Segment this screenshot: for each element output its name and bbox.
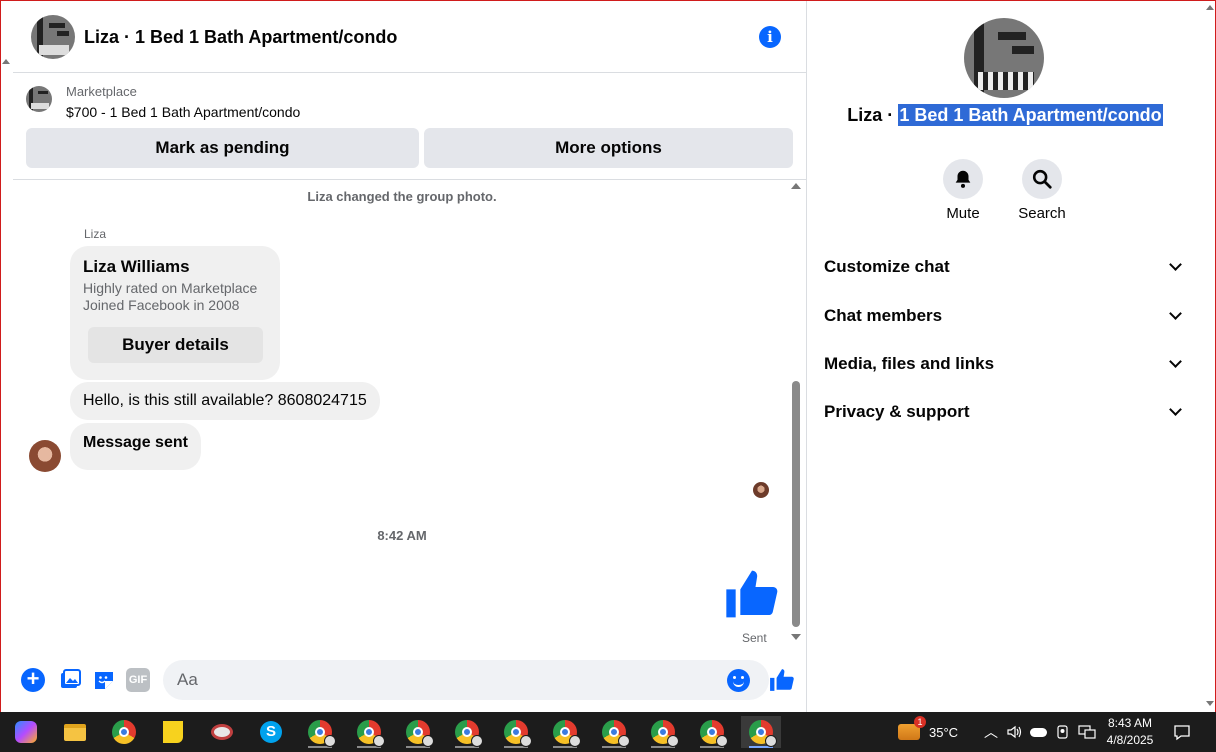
weather-icon: 1 [898,716,926,740]
volume-icon[interactable] [1006,712,1022,752]
sender-name: Liza [84,227,107,241]
read-receipt-avatar [753,482,769,498]
message-list: Liza changed the group photo. Liza Liza … [13,181,807,651]
plus-icon[interactable]: + [21,668,45,692]
scroll-up-icon[interactable] [1206,5,1214,10]
chevron-down-icon [1169,403,1182,416]
weather-badge: 1 [914,716,926,728]
network-icon[interactable] [1078,712,1096,752]
like-send-icon[interactable] [769,667,795,693]
notifications-icon[interactable] [1173,712,1191,752]
chrome-profile-icon[interactable] [398,716,438,748]
chrome-profile-icon[interactable] [300,716,340,748]
details-name: Liza · [847,105,899,125]
chat-avatar[interactable] [31,15,75,59]
marketplace-label: Marketplace [66,84,137,99]
emoji-icon[interactable] [727,669,750,692]
thumbs-up-icon[interactable] [724,566,780,622]
section-media-files-links[interactable]: Media, files and links [824,344,1186,384]
composer: + GIF [13,651,807,712]
chrome-profile-icon[interactable] [349,716,389,748]
message-timestamp: 8:42 AM [377,528,427,543]
clock-time: 8:43 AM [1107,716,1153,730]
sent-status: Sent [742,631,767,645]
copilot-icon[interactable] [6,716,46,748]
search-label: Search [1018,205,1066,222]
weather-widget[interactable]: 1 35°C [898,712,958,752]
chrome-profile-icon[interactable] [692,716,732,748]
temperature: 35°C [929,724,959,740]
buyer-name: Liza Williams [83,257,190,276]
scroll-down-icon[interactable] [1206,701,1214,706]
chrome-icon[interactable] [104,716,144,748]
message-scrollbar[interactable] [789,181,803,646]
chrome-profile-icon[interactable] [447,716,487,748]
chat-header: Liza · 1 Bed 1 Bath Apartment/condo i [13,1,807,73]
skype-icon[interactable]: S [251,716,291,748]
chat-title[interactable]: Liza · 1 Bed 1 Bath Apartment/condo [84,27,397,48]
section-label: Customize chat [824,257,950,276]
buyer-rating: Highly rated on Marketplace [83,280,258,296]
buyer-card: Liza Williams Highly rated on Marketplac… [70,246,280,380]
mark-as-pending-button[interactable]: Mark as pending [26,128,419,168]
search-icon [1032,169,1052,189]
sticker-icon[interactable] [92,668,116,692]
taskbar: S 1 35°C ︿ 8:43 AM 4/8/2025 [0,712,1216,752]
listing-thumbnail[interactable] [26,86,52,112]
clock-date: 4/8/2025 [1106,733,1154,747]
message-bubble[interactable]: Hello, is this still available? 86080247… [70,382,380,420]
onedrive-icon[interactable] [1030,712,1047,752]
buyer-joined: Joined Facebook in 2008 [83,297,240,313]
message-input[interactable] [163,660,769,700]
mute-button[interactable]: Mute [923,159,1003,222]
listing-title[interactable]: $700 - 1 Bed 1 Bath Apartment/condo [66,104,300,120]
file-explorer-icon[interactable] [55,716,95,748]
scrollbar-thumb[interactable] [792,381,800,627]
scroll-up-icon[interactable] [791,183,801,189]
photo-icon[interactable] [58,668,82,692]
paint-icon[interactable] [202,716,242,748]
section-label: Privacy & support [824,402,970,421]
more-options-button[interactable]: More options [424,128,793,168]
window-scrollbar[interactable] [1205,1,1215,712]
clock[interactable]: 8:43 AM 4/8/2025 [1105,715,1155,749]
chrome-profile-icon[interactable] [643,716,683,748]
meet-now-icon[interactable] [1056,712,1070,752]
mute-label: Mute [946,205,980,222]
gif-icon[interactable]: GIF [126,668,150,692]
chrome-profile-icon[interactable] [741,716,781,748]
show-hidden-icons[interactable]: ︿ [984,712,998,752]
details-title: Liza · 1 Bed 1 Bath Apartment/condo [807,104,1203,126]
message-bubble[interactable]: Message sent [70,423,201,470]
section-privacy-support[interactable]: Privacy & support [824,392,1186,432]
section-customize-chat[interactable]: Customize chat [824,247,1186,287]
marketplace-card: Marketplace $700 - 1 Bed 1 Bath Apartmen… [13,73,807,180]
chat-panel: Liza · 1 Bed 1 Bath Apartment/condo i Ma… [13,1,807,712]
details-listing-selected[interactable]: 1 Bed 1 Bath Apartment/condo [898,104,1163,126]
chrome-profile-icon[interactable] [496,716,536,748]
sender-avatar[interactable] [29,440,61,472]
details-avatar[interactable] [964,18,1044,98]
info-icon[interactable]: i [759,26,781,48]
buyer-details-button[interactable]: Buyer details [88,327,263,363]
chrome-profile-icon[interactable] [594,716,634,748]
chevron-down-icon [1169,307,1182,320]
chevron-up-icon[interactable]: ︿ [984,722,998,742]
section-label: Media, files and links [824,354,995,373]
section-chat-members[interactable]: Chat members [824,296,1186,336]
section-label: Chat members [824,306,943,325]
chrome-profile-icon[interactable] [545,716,585,748]
chevron-down-icon [1169,258,1182,271]
browser-window: Liza · 1 Bed 1 Bath Apartment/condo i Ma… [0,0,1216,712]
scroll-down-icon[interactable] [791,634,801,640]
chevron-down-icon [1169,355,1182,368]
sticky-notes-icon[interactable] [153,716,193,748]
search-button[interactable]: Search [1002,159,1082,222]
bell-icon [955,170,971,188]
scroll-up-arrow-icon[interactable] [2,59,10,64]
details-panel: Liza · 1 Bed 1 Bath Apartment/condo Mute… [807,1,1203,712]
system-message: Liza changed the group photo. [307,189,497,204]
